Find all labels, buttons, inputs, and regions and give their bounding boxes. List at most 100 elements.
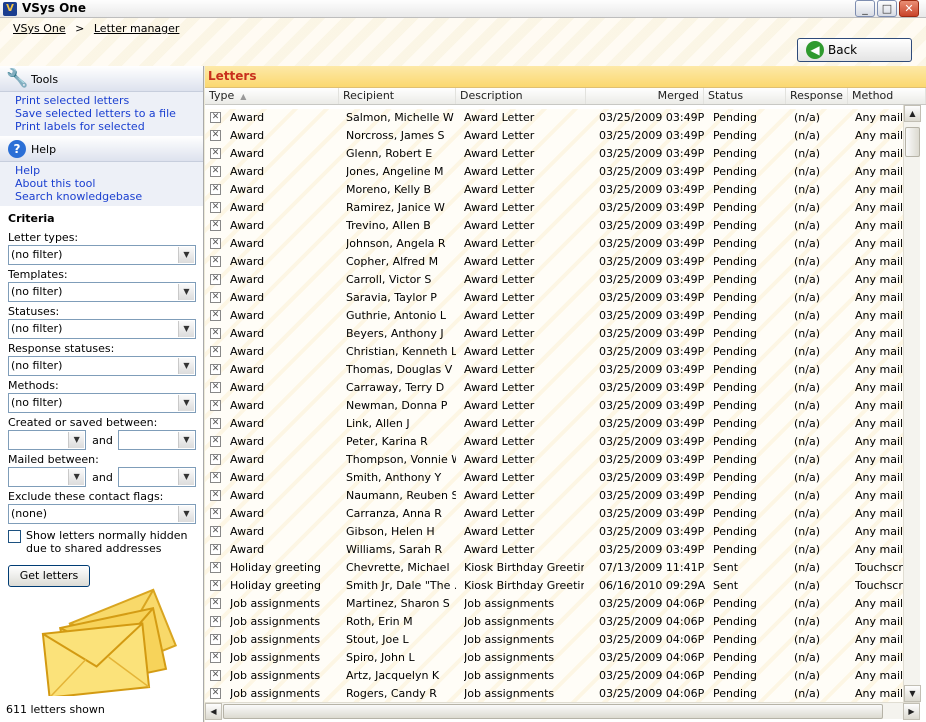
table-row[interactable]: ✕ Award Norcross, James S Award Letter 03/25… — [205, 127, 903, 145]
row-select-checkbox-icon[interactable]: ✕ — [210, 490, 221, 501]
scroll-right-icon[interactable]: ▶ — [903, 703, 920, 720]
column-header-type[interactable]: Type ▲ — [205, 88, 339, 104]
maximize-button[interactable]: □ — [877, 0, 897, 17]
row-select-checkbox-icon[interactable]: ✕ — [210, 310, 221, 321]
row-select-checkbox-icon[interactable]: ✕ — [210, 634, 221, 645]
row-select-checkbox-icon[interactable]: ✕ — [210, 292, 221, 303]
help-panel-header[interactable]: ? Help — [0, 136, 203, 162]
row-select-checkbox-icon[interactable]: ✕ — [210, 436, 221, 447]
column-header-description[interactable]: Description — [456, 88, 586, 104]
table-row[interactable]: ✕ Award Peter, Karina R Award Letter 03/25/2… — [205, 433, 903, 451]
table-row[interactable]: ✕ Award Carraway, Terry D Award Letter 03/25… — [205, 379, 903, 397]
table-row[interactable]: ✕ Award Williams, Sarah R Award Letter 03/25… — [205, 541, 903, 559]
get-letters-button[interactable]: Get letters — [8, 565, 90, 587]
row-select-checkbox-icon[interactable]: ✕ — [210, 544, 221, 555]
print-labels-link[interactable]: Print labels for selected — [15, 120, 188, 133]
row-select-checkbox-icon[interactable]: ✕ — [210, 472, 221, 483]
table-row[interactable]: ✕ Award Christian, Kenneth L Award Letter 03… — [205, 343, 903, 361]
row-select-checkbox-icon[interactable]: ✕ — [210, 112, 221, 123]
table-row[interactable]: ✕ Job assignments Artz, Jacquelyn K Job ass… — [205, 667, 903, 685]
mailed-to-date[interactable]: ▼ — [117, 467, 196, 487]
table-row[interactable]: ✕ Award Smith, Anthony Y Award Letter 03/25/… — [205, 469, 903, 487]
row-select-checkbox-icon[interactable]: ✕ — [210, 508, 221, 519]
table-row[interactable]: ✕ Award Salmon, Michelle W Award Letter 03/2… — [205, 109, 903, 127]
search-knowledgebase-link[interactable]: Search knowledgebase — [15, 190, 188, 203]
created-to-date[interactable]: ▼ — [117, 430, 196, 450]
methods-select[interactable]: (no filter) ▼ — [8, 393, 196, 413]
row-select-checkbox-icon[interactable]: ✕ — [210, 670, 221, 681]
scroll-left-icon[interactable]: ◀ — [205, 703, 222, 720]
vertical-scroll-thumb[interactable] — [905, 127, 920, 157]
row-select-checkbox-icon[interactable]: ✕ — [210, 598, 221, 609]
column-header-status[interactable]: Status — [704, 88, 786, 104]
row-select-checkbox-icon[interactable]: ✕ — [210, 652, 221, 663]
table-row[interactable]: ✕ Award Carranza, Anna R Award Letter 03/25/… — [205, 505, 903, 523]
column-header-recipient[interactable]: Recipient — [339, 88, 456, 104]
row-select-checkbox-icon[interactable]: ✕ — [210, 400, 221, 411]
table-row[interactable]: ✕ Holiday greeting Chevrette, Michael Kiosk… — [205, 559, 903, 577]
row-select-checkbox-icon[interactable]: ✕ — [210, 346, 221, 357]
row-select-checkbox-icon[interactable]: ✕ — [210, 148, 221, 159]
row-select-checkbox-icon[interactable]: ✕ — [210, 526, 221, 537]
horizontal-scrollbar[interactable]: ◀ ▶ — [205, 702, 920, 720]
table-row[interactable]: ✕ Award Gibson, Helen H Award Letter 03/25/2… — [205, 523, 903, 541]
row-select-checkbox-icon[interactable]: ✕ — [210, 382, 221, 393]
templates-select[interactable]: (no filter) ▼ — [8, 282, 196, 302]
table-row[interactable]: ✕ Award Ramirez, Janice W Award Letter 03/25… — [205, 199, 903, 217]
table-row[interactable]: ✕ Job assignments Stout, Joe L Job assignme… — [205, 631, 903, 649]
row-select-checkbox-icon[interactable]: ✕ — [210, 220, 221, 231]
about-tool-link[interactable]: About this tool — [15, 177, 188, 190]
table-row[interactable]: ✕ Award Saravia, Taylor P Award Letter 03/25… — [205, 289, 903, 307]
scroll-up-icon[interactable]: ▲ — [904, 105, 921, 122]
table-row[interactable]: ✕ Award Moreno, Kelly B Award Letter 03/25/2… — [205, 181, 903, 199]
table-row[interactable]: ✕ Award Copher, Alfred M Award Letter 03/25/… — [205, 253, 903, 271]
column-header-response[interactable]: Response — [786, 88, 848, 104]
scroll-down-icon[interactable]: ▼ — [904, 685, 921, 702]
row-select-checkbox-icon[interactable]: ✕ — [210, 274, 221, 285]
table-row[interactable]: ✕ Award Beyers, Anthony J Award Letter 03/25… — [205, 325, 903, 343]
table-row[interactable]: ✕ Job assignments Roth, Erin M Job assignme… — [205, 613, 903, 631]
column-header-method[interactable]: Method — [848, 88, 926, 104]
table-row[interactable]: ✕ Award Trevino, Allen B Award Letter 03/25/… — [205, 217, 903, 235]
close-button[interactable]: ✕ — [899, 0, 919, 17]
tools-panel-header[interactable]: 🔧 Tools — [0, 66, 203, 92]
mailed-from-date[interactable]: ▼ — [8, 467, 87, 487]
row-select-checkbox-icon[interactable]: ✕ — [210, 328, 221, 339]
help-link[interactable]: Help — [15, 164, 188, 177]
table-row[interactable]: ✕ Job assignments Rogers, Candy R Job assig… — [205, 685, 903, 702]
row-select-checkbox-icon[interactable]: ✕ — [210, 418, 221, 429]
table-row[interactable]: ✕ Award Thompson, Vonnie W Award Letter 03/2… — [205, 451, 903, 469]
horizontal-scroll-thumb[interactable] — [223, 704, 883, 719]
row-select-checkbox-icon[interactable]: ✕ — [210, 166, 221, 177]
row-select-checkbox-icon[interactable]: ✕ — [210, 184, 221, 195]
row-select-checkbox-icon[interactable]: ✕ — [210, 688, 221, 699]
row-select-checkbox-icon[interactable]: ✕ — [210, 238, 221, 249]
statuses-select[interactable]: (no filter) ▼ — [8, 319, 196, 339]
row-select-checkbox-icon[interactable]: ✕ — [210, 202, 221, 213]
row-select-checkbox-icon[interactable]: ✕ — [210, 454, 221, 465]
vertical-scrollbar[interactable]: ▲ ▼ — [903, 105, 921, 702]
back-button[interactable]: ◀ Back — [797, 38, 912, 62]
table-row[interactable]: ✕ Award Jones, Angeline M Award Letter 03/25… — [205, 163, 903, 181]
exclude-flags-select[interactable]: (none) ▼ — [8, 504, 196, 524]
row-select-checkbox-icon[interactable]: ✕ — [210, 364, 221, 375]
row-select-checkbox-icon[interactable]: ✕ — [210, 616, 221, 627]
row-select-checkbox-icon[interactable]: ✕ — [210, 562, 221, 573]
breadcrumb-home-link[interactable]: VSys One — [13, 22, 66, 35]
save-selected-letters-link[interactable]: Save selected letters to a file — [15, 107, 188, 120]
breadcrumb-current-link[interactable]: Letter manager — [94, 22, 180, 35]
table-row[interactable]: ✕ Job assignments Spiro, John L Job assignm… — [205, 649, 903, 667]
table-row[interactable]: ✕ Award Naumann, Reuben S Award Letter 03/25… — [205, 487, 903, 505]
minimize-button[interactable]: _ — [855, 0, 875, 17]
table-row[interactable]: ✕ Award Carroll, Victor S Award Letter 03/25… — [205, 271, 903, 289]
table-row[interactable]: ✕ Award Newman, Donna P Award Letter 03/25/2… — [205, 397, 903, 415]
created-from-date[interactable]: ▼ — [8, 430, 87, 450]
table-row[interactable]: ✕ Award Thomas, Douglas V Award Letter 03/25… — [205, 361, 903, 379]
table-row[interactable]: ✕ Award Johnson, Angela R Award Letter 03/25… — [205, 235, 903, 253]
response-statuses-select[interactable]: (no filter) ▼ — [8, 356, 196, 376]
table-row[interactable]: ✕ Award Guthrie, Antonio L Award Letter 03/2… — [205, 307, 903, 325]
table-row[interactable]: ✕ Job assignments Martinez, Sharon S Job as… — [205, 595, 903, 613]
row-select-checkbox-icon[interactable]: ✕ — [210, 580, 221, 591]
column-header-merged[interactable]: Merged — [586, 88, 704, 104]
row-select-checkbox-icon[interactable]: ✕ — [210, 130, 221, 141]
